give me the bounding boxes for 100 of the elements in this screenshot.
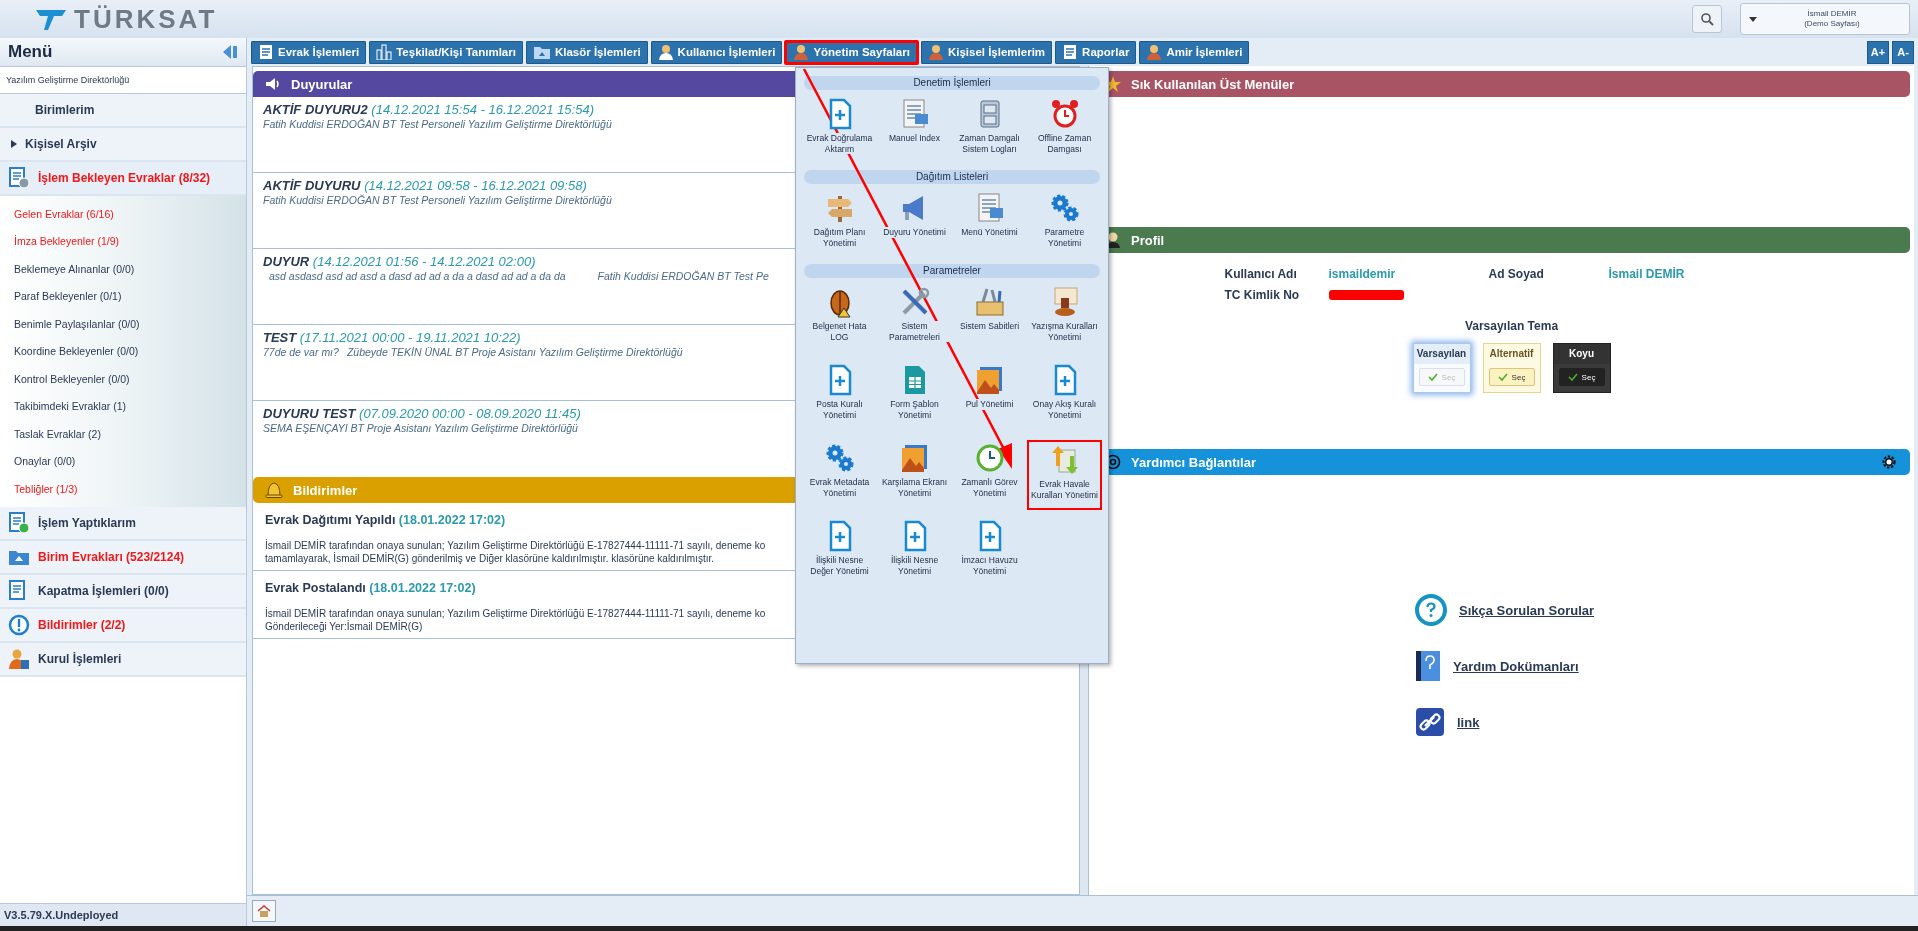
menu-tab[interactable]: Kişisel İşlemlerim [920, 40, 1053, 64]
menu-tab[interactable]: Klasör İşlemleri [525, 40, 648, 64]
menu-item[interactable]: Sistem Sabitleri [952, 284, 1027, 354]
submenu-item[interactable]: Koordine Bekleyenler (0/0) [0, 337, 246, 365]
sidebar-item[interactable]: İşlem Bekleyen Evraklar (8/32) [0, 162, 246, 196]
collapse-arrow-icon[interactable] [222, 44, 238, 60]
menu-item[interactable]: Offline Zaman Damgası [1027, 96, 1102, 166]
submenu-item[interactable]: Takibimdeki Evraklar (1) [0, 392, 246, 420]
menu-item[interactable]: Form Şablon Yönetimi [877, 362, 952, 432]
menu-item[interactable]: İmzacı Havuzu Yönetimi [952, 518, 1027, 588]
font-size-button[interactable]: A- [1892, 40, 1914, 64]
user-icon [793, 44, 810, 60]
caret-icon [1749, 16, 1757, 22]
help-link[interactable]: link [1457, 714, 1480, 730]
menu-item[interactable]: Yazışma Kuralları Yönetimi [1027, 284, 1102, 354]
notification-text: İsmail DEMİR tarafından onaya sunulan; Yazılım Geliştirme Direktörlüğü E-17827444-11111-71 sayılı, deneme ko [265, 539, 766, 552]
version-label: V3.5.79.X.Undeployed [0, 903, 246, 926]
field-label: TC Kimlik No [1224, 288, 1301, 302]
help-link[interactable]: Yardım Dokümanları [1453, 658, 1579, 674]
menu-tab[interactable]: Raporlar [1055, 40, 1137, 64]
submenu-item[interactable]: Paraf Bekleyenler (0/1) [0, 282, 246, 310]
check-icon [1427, 373, 1438, 381]
speaker-icon [265, 77, 281, 91]
search-icon [1700, 12, 1714, 26]
menu-item[interactable]: İlişkili Nesne Değer Yönetimi [802, 518, 877, 588]
menu-item[interactable]: Belgenet Hata LOG [802, 284, 877, 354]
document-icon [258, 44, 274, 60]
menu-item[interactable]: Duyuru Yönetimi [877, 190, 952, 260]
submenu-item[interactable]: Taslak Evraklar (2) [0, 420, 246, 448]
menu-tab[interactable]: Yönetim Sayfaları [785, 40, 918, 64]
field-label: Kullanıcı Adı [1224, 267, 1298, 281]
logo-text: TÜRKSAT [74, 3, 218, 35]
settings-icon[interactable] [1880, 453, 1898, 471]
submenu-item[interactable]: Benimle Paylaşılanlar (0/0) [0, 310, 246, 338]
bar-chart-icon [376, 44, 393, 60]
select-button[interactable]: Seç [1558, 368, 1605, 386]
menu-item[interactable]: Evrak Metadata Yönetimi [802, 440, 877, 510]
menu-item[interactable]: Onay Akış Kuralı Yönetimi [1027, 362, 1102, 432]
check-icon [1567, 373, 1578, 381]
sidebar-item[interactable]: Kurul İşlemleri [0, 642, 246, 677]
menu-item[interactable]: Manuel Index [877, 96, 952, 166]
menu-item[interactable]: Evrak Havale Kuralları Yönetimi [1027, 440, 1102, 510]
submenu-item[interactable]: İmza Bekleyenler (1/9) [0, 227, 246, 255]
menu-item[interactable]: Zaman Damgalı Sistem Logları [952, 96, 1027, 166]
user-menu-button[interactable]: İsmail DEMİR (Demo Sayfası) [1740, 3, 1910, 35]
alert-icon [8, 613, 30, 636]
menu-item[interactable]: İlişkili Nesne Yönetimi [877, 518, 952, 588]
theme-card[interactable]: Koyu Seç [1552, 343, 1611, 393]
menu-tab[interactable]: Amir İşlemleri [1139, 40, 1250, 64]
user-icon [927, 44, 944, 60]
submenu-item[interactable]: Beklemeye Alınanlar (0/0) [0, 255, 246, 283]
book-icon [1415, 650, 1441, 682]
sidebar-item[interactable]: Birimlerim [0, 94, 246, 128]
theme-name: Koyu [1553, 344, 1610, 364]
document-check-icon [8, 511, 30, 534]
sidebar-item[interactable]: Kapatma İşlemleri (0/0) [0, 574, 246, 609]
panel-title: Sık Kullanılan Üst Menüler [1131, 76, 1295, 92]
document-icon [1062, 44, 1079, 60]
sidebar-item[interactable]: Birim Evrakları (523/2124) [0, 540, 246, 575]
home-button[interactable] [252, 900, 276, 922]
menu-item[interactable]: Karşılama Ekranı Yönetimi [877, 440, 952, 510]
submenu-item[interactable]: Tebliğler (1/3) [0, 475, 246, 503]
panel-title: Bildirimler [293, 482, 358, 498]
search-button[interactable] [1692, 5, 1722, 33]
bell-icon [265, 481, 283, 499]
home-icon [257, 905, 271, 917]
section-header: Denetim İşlemleri [804, 76, 1100, 90]
panel-title: Profil [1131, 232, 1165, 248]
menu-item[interactable]: Dağıtım Planı Yönetimi [802, 190, 877, 260]
submenu-item[interactable]: Kontrol Bekleyenler (0/0) [0, 365, 246, 393]
select-button[interactable]: Seç [1488, 368, 1535, 386]
menu-item[interactable]: Parametre Yönetimi [1027, 190, 1102, 260]
document-clock-icon [8, 167, 30, 189]
submenu-item[interactable]: Gelen Evraklar (6/16) [0, 200, 246, 228]
folder-icon [532, 44, 551, 60]
sidebar-item[interactable]: İşlem Yaptıklarım [0, 506, 246, 541]
notification-text: Gönderileceği Yer:İsmail DEMİR(G) [265, 620, 423, 633]
theme-card[interactable]: Alternatif Seç [1482, 343, 1541, 393]
submenu-item[interactable]: Onaylar (0/0) [0, 447, 246, 475]
question-icon [1415, 594, 1447, 626]
menu-item[interactable]: Posta Kuralı Yönetimi [802, 362, 877, 432]
sidebar-item[interactable]: Kişisel Arşiv [0, 128, 246, 162]
user-icon [657, 44, 674, 60]
menu-tab[interactable]: Evrak İşlemleri [251, 40, 367, 64]
menu-tab[interactable]: Kullanıcı İşlemleri [650, 40, 783, 64]
announcement-author: Fatih Kuddisi ERDOĞAN BT Test Pe [597, 270, 769, 282]
announcement-message: 77de de var mı? [263, 346, 339, 358]
field-value: ismaildemir [1328, 267, 1397, 281]
announcement-author: Fatih Kuddisi ERDOĞAN BT Test Personeli Yazılım Geliştirme Direktörlüğü [263, 194, 612, 206]
sidebar-item[interactable]: Bildirimler (2/2) [0, 608, 246, 643]
field-value: İsmail DEMİR [1608, 267, 1686, 281]
font-size-button[interactable]: A+ [1867, 40, 1889, 64]
toolbox-icon [973, 286, 1006, 318]
menu-item[interactable]: Pul Yönetimi [952, 362, 1027, 432]
menu-item[interactable]: Menü Yönetimi [952, 190, 1027, 260]
menu-item[interactable]: Zamanlı Görev Yönetimi [952, 440, 1027, 510]
menu-item[interactable]: Sistem Parametreleri [877, 284, 952, 354]
menu-item[interactable]: Evrak Doğrulama Aktarım [802, 96, 877, 166]
menu-tab[interactable]: Teşkilat/Kişi Tanımları [369, 40, 523, 64]
help-link[interactable]: Sıkça Sorulan Sorular [1459, 602, 1595, 618]
